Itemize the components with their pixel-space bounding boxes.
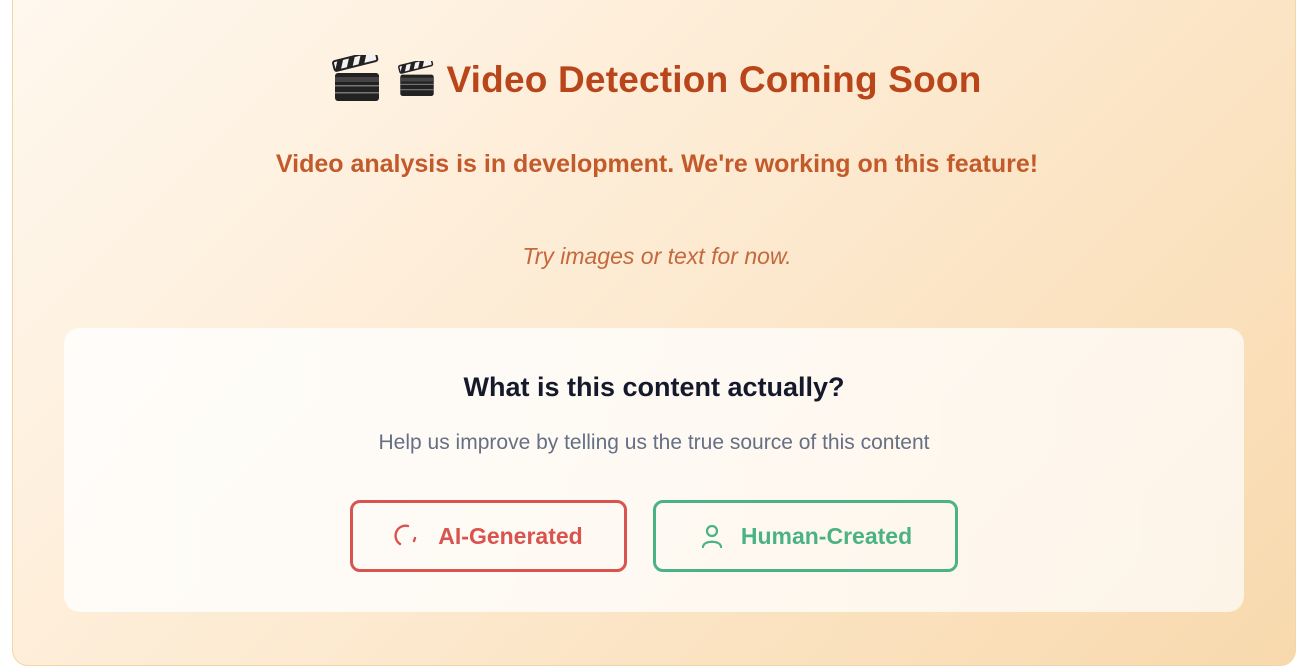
loading-spinner-icon: [394, 522, 422, 550]
title-row: Video Detection Coming Soon: [0, 50, 1314, 110]
feedback-subtitle: Help us improve by telling us the true s…: [378, 431, 930, 454]
ai-generated-label: AI-Generated: [438, 522, 583, 549]
human-created-label: Human-Created: [740, 522, 913, 549]
human-created-button[interactable]: Human-Created: [653, 500, 958, 572]
feedback-title: What is this content actually?: [463, 372, 845, 402]
feedback-panel: What is this content actually? Help us i…: [64, 328, 1244, 612]
ai-generated-button[interactable]: AI-Generated: [350, 500, 627, 572]
user-icon: [699, 523, 725, 549]
status-message: Video analysis is in development. We're …: [275, 150, 1039, 178]
clapperboard-small-icon: [398, 61, 436, 99]
clapperboard-icon: [332, 55, 382, 105]
hint-text: Try images or text for now.: [522, 243, 792, 269]
page-title: Video Detection Coming Soon: [446, 59, 982, 100]
